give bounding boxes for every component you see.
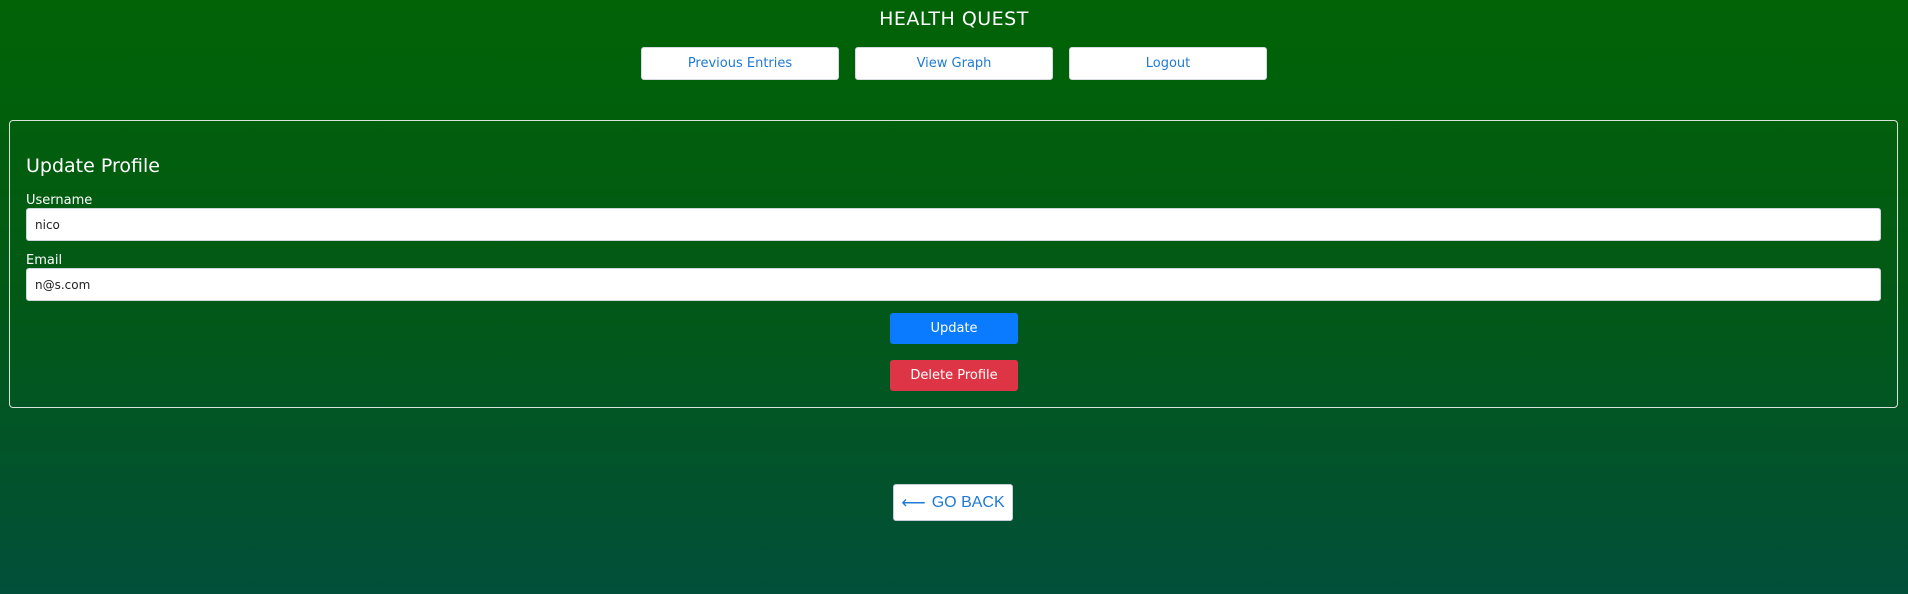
username-input[interactable] <box>26 208 1881 241</box>
update-button[interactable]: Update <box>890 313 1018 344</box>
username-label: Username <box>26 193 93 208</box>
update-profile-title: Update Profile <box>26 155 160 177</box>
update-profile-card: Update Profile Username Email Update Del… <box>9 120 1898 408</box>
previous-entries-button[interactable]: Previous Entries <box>641 47 839 80</box>
logout-button[interactable]: Logout <box>1069 47 1267 80</box>
go-back-label: GO BACK <box>931 493 1005 511</box>
delete-profile-button[interactable]: Delete Profile <box>890 360 1018 391</box>
email-label: Email <box>26 253 63 268</box>
email-input[interactable] <box>26 268 1881 301</box>
left-arrow-icon: ⟵ <box>901 493 926 512</box>
top-nav: Previous Entries View Graph Logout <box>641 47 1267 80</box>
go-back-button[interactable]: ⟵ GO BACK <box>893 484 1013 521</box>
view-graph-button[interactable]: View Graph <box>855 47 1053 80</box>
app-title: HEALTH QUEST <box>879 8 1029 30</box>
